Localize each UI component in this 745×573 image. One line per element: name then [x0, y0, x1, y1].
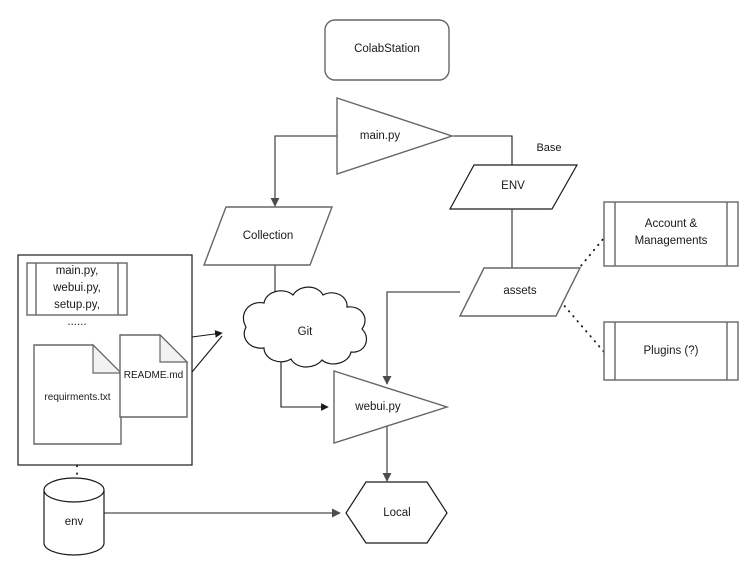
node-assets[interactable] — [458, 267, 582, 317]
node-collection[interactable] — [202, 206, 334, 266]
node-local[interactable] — [345, 481, 448, 544]
node-webui-py[interactable] — [333, 370, 450, 444]
edge-assets-to-webui — [382, 291, 460, 385]
node-git-cloud[interactable] — [242, 286, 367, 368]
edge-repo-to-git — [191, 330, 223, 373]
node-main-py[interactable] — [336, 97, 455, 175]
node-env[interactable] — [448, 164, 579, 210]
diagram-canvas: ColabStation main.py Collection ENV Base… — [0, 0, 745, 573]
diagram-svg — [17, 19, 739, 556]
edge-mainpy-to-env — [452, 135, 513, 165]
node-plugins[interactable] — [603, 321, 739, 381]
edge-mainpy-to-collection — [270, 135, 337, 207]
node-colabstation[interactable] — [324, 19, 450, 81]
node-account-managements[interactable] — [603, 201, 739, 267]
node-requirements-file[interactable] — [33, 343, 123, 445]
edge-assets-to-plugins — [555, 295, 605, 353]
node-source-files[interactable] — [26, 262, 128, 316]
node-env-store[interactable] — [43, 477, 105, 556]
